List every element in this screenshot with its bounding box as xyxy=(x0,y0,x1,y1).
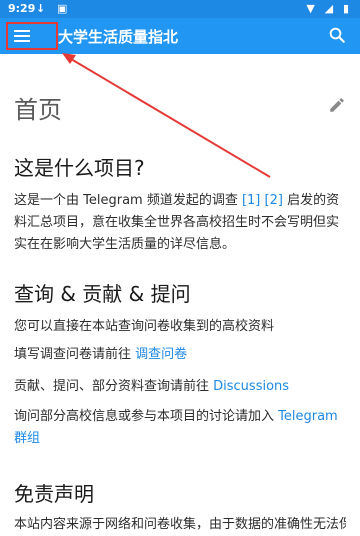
reference-link-1[interactable]: [1] xyxy=(242,193,260,208)
app-title: 大学生活质量指北 xyxy=(58,28,179,46)
search-icon[interactable] xyxy=(328,26,346,44)
query-line-3: 贡献、提问、部分资料查询请前往 Discussions xyxy=(14,376,346,398)
telegram-text: 询问部分高校信息或参与本项目的讨论请加入 xyxy=(14,409,279,424)
query-line-4: 询问部分高校信息或参与本项目的讨论请加入 Telegram 群组 xyxy=(14,406,346,450)
section-heading-query: 查询 & 贡献 & 提问 xyxy=(14,282,191,306)
annotation-highlight-box xyxy=(6,22,58,50)
app-bar: 大学生活质量指北 xyxy=(0,18,360,54)
query-line-1: 您可以直接在本站查询问卷收集到的高校资料 xyxy=(14,319,275,334)
status-time: 9:29 xyxy=(8,2,36,15)
query-line-2: 填写调查问卷请前往 调查问卷 xyxy=(14,344,346,366)
discussions-text: 贡献、提问、部分资料查询请前往 xyxy=(14,379,214,394)
disclaimer-paragraph: 本站内容来源于网络和问卷收集，由于数据的准确性无法保 xyxy=(14,517,346,532)
survey-link[interactable]: 调查问卷 xyxy=(135,347,187,362)
about-text-start: 这是一个由 Telegram 频道发起的调查 xyxy=(14,193,242,208)
section-heading-disclaimer: 免责声明 xyxy=(14,482,94,506)
notification-icons: ↓ ▣ xyxy=(36,2,72,15)
discussions-link[interactable]: Discussions xyxy=(213,379,289,394)
section-heading-about: 这是什么项目? xyxy=(14,156,145,180)
about-paragraph: 这是一个由 Telegram 频道发起的调查 [1] [2] 启发的资料汇总项目… xyxy=(14,190,346,256)
annotation-arrow xyxy=(62,53,271,178)
survey-text: 填写调查问卷请前往 xyxy=(14,347,136,362)
reference-link-2[interactable]: [2] xyxy=(265,193,283,208)
edit-icon[interactable] xyxy=(328,96,346,114)
status-bar: 9:29 ↓ ▣ ▼ ◢ ▮ xyxy=(0,0,360,18)
page-title: 首页 xyxy=(14,96,62,124)
system-status-icons: ▼ ◢ ▮ xyxy=(306,2,352,15)
